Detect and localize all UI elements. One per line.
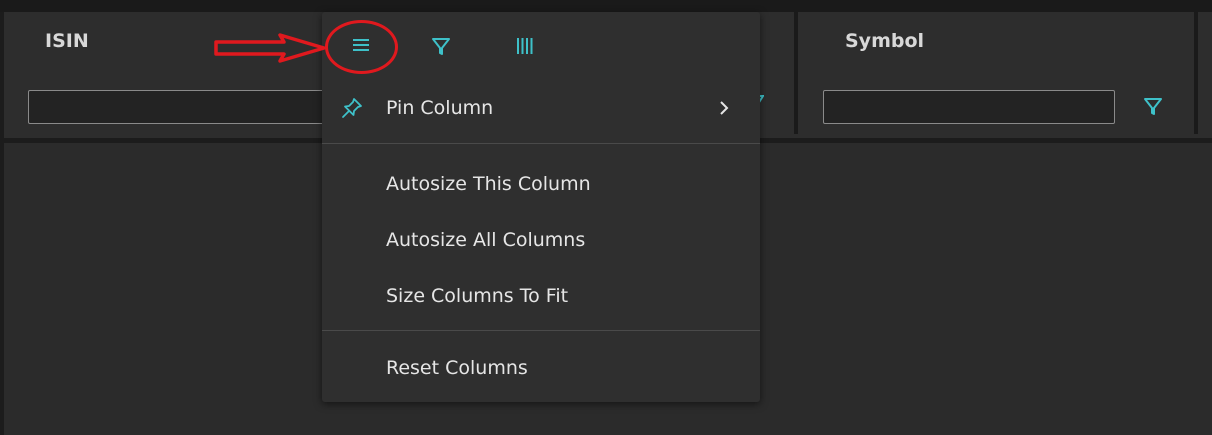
menu-item-autosize-this-column[interactable]: Autosize This Column — [322, 160, 760, 208]
annotation-arrow-icon — [214, 33, 326, 63]
symbol-filter-icon[interactable] — [1143, 96, 1163, 116]
columns-icon[interactable] — [516, 37, 534, 55]
menu-item-reset-columns[interactable]: Reset Columns — [322, 344, 760, 392]
column-header-isin[interactable]: ISIN — [45, 30, 89, 52]
grid-top-border — [0, 0, 1212, 12]
column-resize-handle[interactable] — [794, 12, 798, 134]
column-resize-handle[interactable] — [1194, 12, 1198, 134]
menu-item-size-columns-to-fit[interactable]: Size Columns To Fit — [322, 272, 760, 320]
chevron-right-icon — [717, 96, 731, 125]
menu-item-label: Autosize This Column — [386, 173, 591, 195]
menu-item-label: Autosize All Columns — [386, 229, 586, 251]
column-menu: Pin Column Autosize This Column Autosize… — [322, 12, 760, 402]
menu-divider — [322, 330, 760, 331]
pin-icon — [340, 96, 364, 125]
annotation-circle — [325, 20, 398, 74]
menu-item-label: Pin Column — [386, 97, 494, 119]
menu-item-label: Reset Columns — [386, 357, 528, 379]
menu-item-label: Size Columns To Fit — [386, 285, 569, 307]
filter-icon[interactable] — [431, 36, 451, 56]
menu-divider — [322, 143, 760, 144]
isin-filter-input[interactable] — [28, 90, 328, 124]
column-header-symbol[interactable]: Symbol — [845, 30, 924, 52]
menu-item-pin-column[interactable]: Pin Column — [322, 84, 760, 132]
grid-left-edge — [0, 12, 4, 435]
symbol-filter-input[interactable] — [823, 90, 1115, 124]
menu-item-autosize-all-columns[interactable]: Autosize All Columns — [322, 216, 760, 264]
